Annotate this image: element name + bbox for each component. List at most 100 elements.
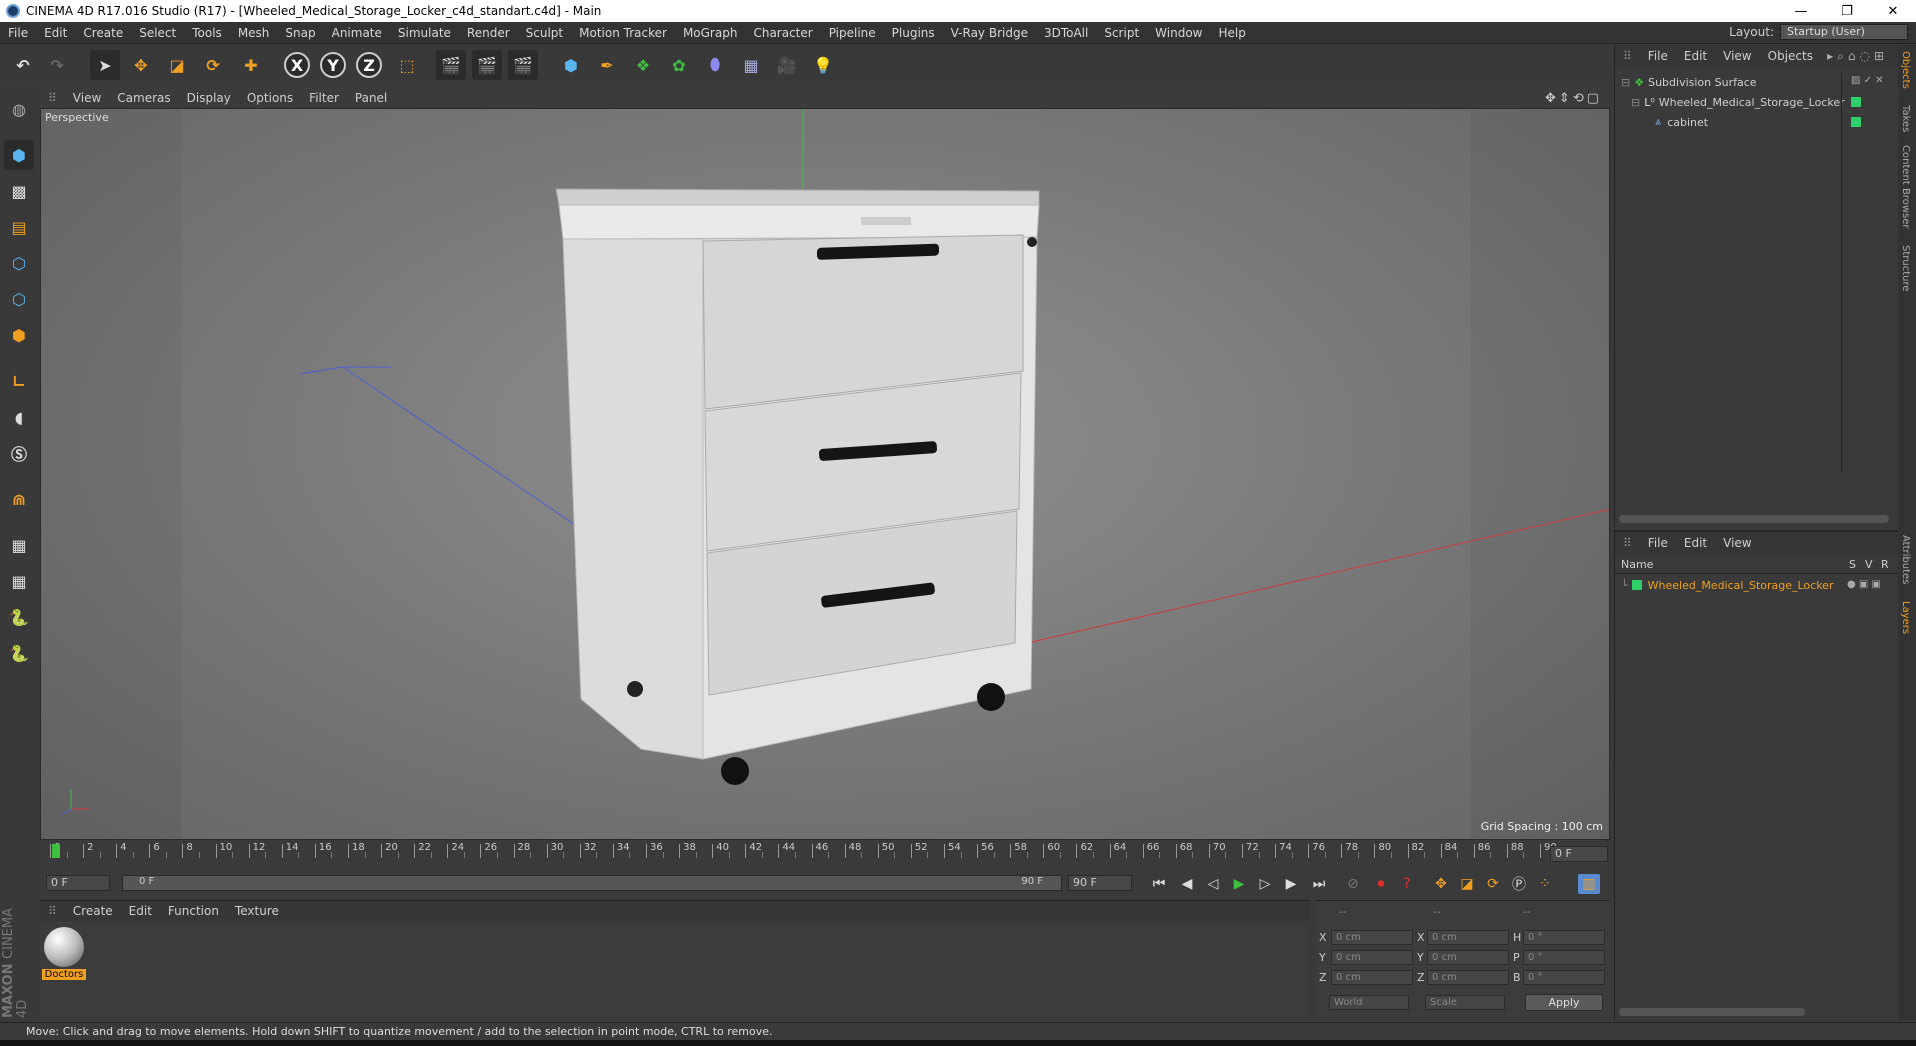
next-key-button[interactable]: ▶ <box>1280 874 1302 894</box>
layer-color-tag[interactable] <box>1851 97 1861 107</box>
tree-item-cabinet[interactable]: ⩓ cabinet <box>1655 113 1708 131</box>
key-position-button[interactable]: ✥ <box>1430 874 1452 894</box>
objects-menu-edit[interactable]: Edit <box>1676 49 1715 63</box>
y-axis-toggle[interactable]: Y <box>320 52 346 78</box>
z-axis-toggle[interactable]: Z <box>356 52 382 78</box>
pen-spline-button[interactable]: ✒ <box>592 50 622 80</box>
menu-snap[interactable]: Snap <box>277 26 323 40</box>
close-button[interactable]: ✕ <box>1870 0 1916 22</box>
render-to-picture-viewer-button[interactable]: 🎬 <box>472 50 502 80</box>
coord-size-z-field[interactable]: 0 cm <box>1427 970 1509 985</box>
key-scale-button[interactable]: ◪ <box>1456 874 1478 894</box>
points-mode-button[interactable]: ⬡ <box>4 248 34 278</box>
material-menu-texture[interactable]: Texture <box>227 904 287 918</box>
render-view-button[interactable]: 🎬 <box>436 50 466 80</box>
tree-item-subdivision-surface[interactable]: ⊟ ❖ Subdivision Surface <box>1621 73 1757 91</box>
menu-3dtoall[interactable]: 3DToAll <box>1036 26 1096 40</box>
viewport-menu-display[interactable]: Display <box>179 91 239 105</box>
coord-pos-y-field[interactable]: 0 cm <box>1331 950 1413 965</box>
lock-workplane-button[interactable]: ▦ <box>4 530 34 560</box>
menu-window[interactable]: Window <box>1147 26 1210 40</box>
axis-mode-button[interactable]: ∟ <box>4 366 34 396</box>
viewport-menu-cameras[interactable]: Cameras <box>109 91 178 105</box>
material-swatch[interactable]: Doctors <box>42 927 86 985</box>
make-editable-button[interactable]: ◍ <box>4 94 34 124</box>
material-menu-edit[interactable]: Edit <box>121 904 160 918</box>
menu-simulate[interactable]: Simulate <box>390 26 459 40</box>
transform-tool-button[interactable]: ✚ <box>236 50 266 80</box>
layout-select[interactable]: Startup (User) <box>1780 24 1908 40</box>
next-frame-button[interactable]: ▷ <box>1254 874 1276 894</box>
layers-horizontal-scrollbar[interactable] <box>1619 1008 1805 1016</box>
play-button[interactable]: ▶ <box>1228 874 1250 894</box>
menu-sculpt[interactable]: Sculpt <box>518 26 571 40</box>
coord-rot-h-field[interactable]: 0 ° <box>1523 930 1605 945</box>
workplane-mode-button[interactable]: ▤ <box>4 212 34 242</box>
goto-start-button[interactable]: ⏮ <box>1148 874 1170 894</box>
coord-system-select[interactable]: World <box>1329 995 1409 1010</box>
menu-select[interactable]: Select <box>131 26 184 40</box>
menu-file[interactable]: File <box>0 26 36 40</box>
tweak-mode-button[interactable]: ◖ <box>4 402 34 432</box>
cube-primitive-button[interactable]: ⬢ <box>556 50 586 80</box>
menu-render[interactable]: Render <box>459 26 518 40</box>
menu-edit[interactable]: Edit <box>36 26 75 40</box>
coordinate-system-button[interactable]: ⬚ <box>392 50 422 80</box>
polygons-mode-button[interactable]: ⬢ <box>4 320 34 350</box>
layer-color-tag[interactable] <box>1851 117 1861 127</box>
layers-menu-view[interactable]: View <box>1715 536 1759 550</box>
objects-horizontal-scrollbar[interactable] <box>1619 515 1889 523</box>
key-pla-button[interactable]: ⁘ <box>1534 874 1556 894</box>
edges-mode-button[interactable]: ⬡ <box>4 284 34 314</box>
viewport-menu-view[interactable]: View <box>65 91 109 105</box>
cabinet-model[interactable] <box>555 188 1040 785</box>
playhead-marker[interactable] <box>52 844 60 858</box>
viewport-menu-panel[interactable]: Panel <box>347 91 395 105</box>
planar-workplane-button[interactable]: ▦ <box>4 566 34 596</box>
solo-button[interactable]: Ⓢ <box>4 438 34 468</box>
coord-size-x-field[interactable]: 0 cm <box>1427 930 1509 945</box>
3d-viewport[interactable]: Perspective Grid Spacing : 100 cm <box>40 108 1610 840</box>
menu-create[interactable]: Create <box>75 26 131 40</box>
goto-end-button[interactable]: ⏭ <box>1308 874 1330 894</box>
menu-motion-tracker[interactable]: Motion Tracker <box>571 26 675 40</box>
frame-range-slider[interactable]: 0 F 90 F <box>122 875 1062 891</box>
menu-vray-bridge[interactable]: V-Ray Bridge <box>943 26 1036 40</box>
restore-button[interactable]: ❐ <box>1824 0 1870 22</box>
viewport-menu-filter[interactable]: Filter <box>301 91 347 105</box>
key-parameter-button[interactable]: Ⓟ <box>1508 874 1530 894</box>
coord-rot-b-field[interactable]: 0 ° <box>1523 970 1605 985</box>
subdivision-surface-button[interactable]: ❖ <box>628 50 658 80</box>
coord-pos-x-field[interactable]: 0 cm <box>1331 930 1413 945</box>
subdivision-flags[interactable]: ▨ ✓ ✕ <box>1851 75 1884 86</box>
menu-pipeline[interactable]: Pipeline <box>821 26 884 40</box>
key-rotation-button[interactable]: ⟳ <box>1482 874 1504 894</box>
viewport-menu-options[interactable]: Options <box>239 91 301 105</box>
tab-layers[interactable]: Layers <box>1900 601 1911 634</box>
record-disabled-button[interactable]: ⊘ <box>1342 874 1364 894</box>
menu-animate[interactable]: Animate <box>324 26 390 40</box>
tab-content-browser[interactable]: Content Browser <box>1900 145 1911 228</box>
scale-tool-button[interactable]: ◪ <box>162 50 192 80</box>
live-selection-button[interactable]: ➤ <box>90 50 120 80</box>
menu-help[interactable]: Help <box>1210 26 1253 40</box>
texture-mode-button[interactable]: ▩ <box>4 176 34 206</box>
python-script-button-1[interactable]: 🐍 <box>4 602 34 632</box>
floor-button[interactable]: ▦ <box>736 50 766 80</box>
menu-tools[interactable]: Tools <box>184 26 230 40</box>
redo-button[interactable]: ↷ <box>42 50 72 80</box>
coord-size-mode-select[interactable]: Scale <box>1425 995 1505 1010</box>
undo-button[interactable]: ↶ <box>8 50 38 80</box>
tab-attributes[interactable]: Attributes <box>1900 535 1911 584</box>
max-frame-field[interactable]: 90 F <box>1068 875 1132 891</box>
objects-menu-view[interactable]: View <box>1715 49 1759 63</box>
layer-row[interactable]: └ Wheeled_Medical_Storage_Locker <box>1621 576 1833 594</box>
tab-structure[interactable]: Structure <box>1900 245 1911 292</box>
coord-size-y-field[interactable]: 0 cm <box>1427 950 1509 965</box>
autokey-button[interactable]: ⏺ <box>1370 874 1392 894</box>
coord-rot-p-field[interactable]: 0 ° <box>1523 950 1605 965</box>
material-menu-function[interactable]: Function <box>160 904 227 918</box>
prev-key-button[interactable]: ◀ <box>1176 874 1198 894</box>
render-settings-button[interactable]: 🎬 <box>508 50 538 80</box>
snap-button[interactable]: ⋒ <box>4 484 34 514</box>
